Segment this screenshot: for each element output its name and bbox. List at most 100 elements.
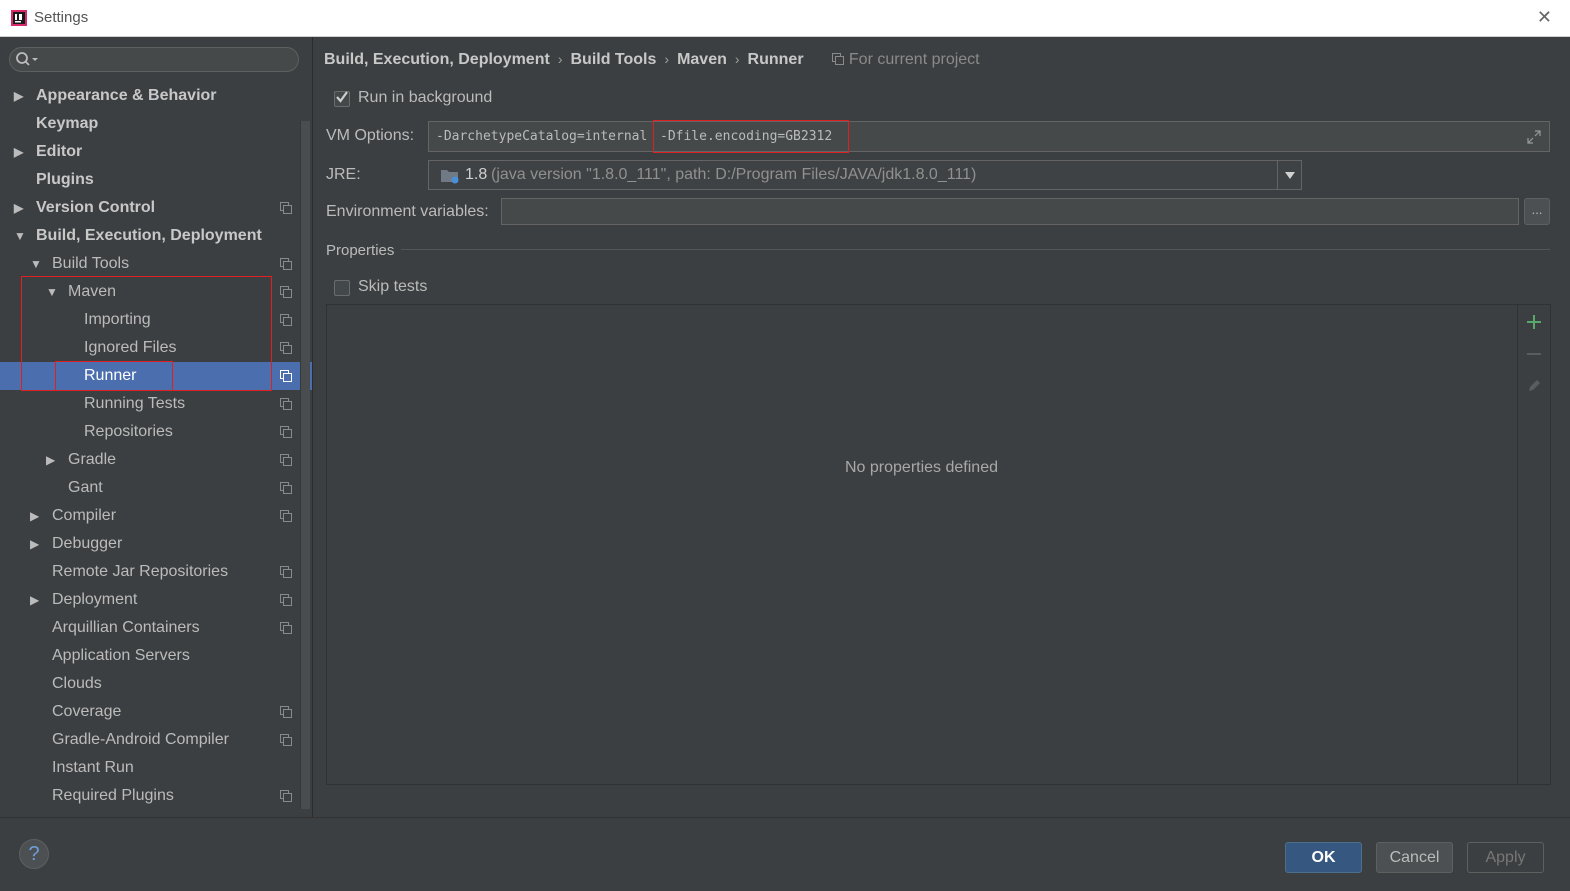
tree-item-running-tests[interactable]: Running Tests [0,390,312,418]
env-vars-browse-button[interactable]: ... [1524,198,1550,225]
jre-detail: (java version "1.8.0_111", path: D:/Prog… [491,166,977,183]
properties-table[interactable]: No properties defined [326,304,1551,785]
tree-item-clouds[interactable]: Clouds [0,670,312,698]
jre-select[interactable]: 1.8 (java version "1.8.0_111", path: D:/… [428,160,1302,190]
tree-item-label: Appearance & Behavior [36,87,217,104]
window-title: Settings [34,9,89,26]
project-scope-icon [280,790,292,802]
tree-item-label: Gradle-Android Compiler [52,731,229,748]
expand-arrow-icon[interactable]: ▶ [14,194,23,222]
settings-tree: ▶ Appearance & Behavior Keymap ▶ Editor Plugi… [0,82,312,810]
cancel-button[interactable]: Cancel [1376,842,1453,873]
skip-tests-label: Skip tests [358,278,428,295]
collapse-arrow-icon[interactable]: ▼ [30,250,42,278]
intellij-app-icon [11,10,27,26]
ok-button[interactable]: OK [1285,842,1362,873]
project-scope-icon [280,566,292,578]
search-icon[interactable] [15,51,41,68]
expand-arrow-icon[interactable]: ▶ [14,138,23,166]
settings-content: Build, Execution, Deployment › Build Tools… [312,37,1570,817]
tree-item-ignored-files[interactable]: Ignored Files [0,334,312,362]
expand-arrow-icon[interactable]: ▶ [30,586,39,614]
apply-button[interactable]: Apply [1467,842,1544,873]
close-icon[interactable]: ✕ [1537,9,1552,27]
edit-icon[interactable] [1526,378,1542,394]
collapse-arrow-icon[interactable]: ▼ [14,222,26,250]
tree-item-editor[interactable]: ▶ Editor [0,138,312,166]
tree-item-label: Clouds [52,675,102,692]
project-scope-icon [832,53,845,65]
project-scope-icon [280,482,292,494]
sidebar-scrollbar[interactable] [300,121,310,809]
expand-arrow-icon[interactable]: ▶ [46,446,55,474]
project-scope-icon [280,734,292,746]
tree-item-plugins[interactable]: Plugins [0,166,312,194]
run-in-background-checkbox[interactable] [334,91,350,107]
project-scope-icon [280,342,292,354]
tree-item-runner[interactable]: Runner [0,362,312,390]
tree-item-label: Repositories [84,423,173,440]
tree-item-gradle[interactable]: ▶ Gradle [0,446,312,474]
tree-item-appearance-behavior[interactable]: ▶ Appearance & Behavior [0,82,312,110]
project-scope-icon [280,314,292,326]
tree-item-debugger[interactable]: ▶ Debugger [0,530,312,558]
help-button[interactable]: ? [19,839,49,869]
breadcrumb-item: Maven [677,51,727,68]
tree-item-importing[interactable]: Importing [0,306,312,334]
tree-item-gant[interactable]: Gant [0,474,312,502]
tree-item-application-servers[interactable]: Application Servers [0,642,312,670]
tree-item-coverage[interactable]: Coverage [0,698,312,726]
env-vars-label: Environment variables: [326,203,489,220]
tree-item-label: Keymap [36,115,99,132]
tree-item-deployment[interactable]: ▶ Deployment [0,586,312,614]
env-vars-input[interactable] [501,198,1519,225]
breadcrumb-separator: › [734,51,740,67]
tree-item-label: Ignored Files [84,339,177,356]
dialog-footer: ? OK Cancel Apply [0,817,1570,891]
tree-item-label: Plugins [36,171,94,188]
tree-item-label: Arquillian Containers [52,619,200,636]
tree-item-required-plugins[interactable]: Required Plugins [0,782,312,810]
remove-icon[interactable] [1526,346,1542,362]
tree-item-version-control[interactable]: ▶ Version Control [0,194,312,222]
project-scope-icon [280,398,292,410]
tree-item-label: Remote Jar Repositories [52,563,229,580]
run-in-background-label: Run in background [358,89,493,106]
settings-search-input[interactable] [9,47,299,72]
expand-arrow-icon[interactable]: ▶ [30,502,39,530]
tree-item-arquillian-containers[interactable]: Arquillian Containers [0,614,312,642]
project-scope-icon [280,594,292,606]
tree-item-maven[interactable]: ▼ Maven [0,278,312,306]
collapse-arrow-icon[interactable]: ▼ [46,278,58,306]
tree-item-build-tools[interactable]: ▼ Build Tools [0,250,312,278]
skip-tests-checkbox[interactable] [334,280,350,296]
breadcrumb-item: Build, Execution, Deployment [324,51,550,68]
tree-item-build-execution-deployment[interactable]: ▼ Build, Execution, Deployment [0,222,312,250]
tree-item-label: Coverage [52,703,122,720]
properties-separator [401,249,1550,250]
tree-item-instant-run[interactable]: Instant Run [0,754,312,782]
vm-options-value-archetype: -DarchetypeCatalog=internal [436,129,648,144]
chevron-down-icon [1285,172,1295,179]
tree-item-keymap[interactable]: Keymap [0,110,312,138]
tree-item-repositories[interactable]: Repositories [0,418,312,446]
tree-item-label: Gradle [68,451,117,468]
tree-item-gradle-android-compiler[interactable]: Gradle-Android Compiler [0,726,312,754]
vm-options-input[interactable]: -DarchetypeCatalog=internal -Dfile.encod… [428,121,1550,152]
tree-item-label: Instant Run [52,759,134,776]
scope-label: For current project [848,51,980,68]
tree-item-remote-jar-repositories[interactable]: Remote Jar Repositories [0,558,312,586]
expand-arrow-icon[interactable]: ▶ [14,82,23,110]
properties-toolbar [1517,305,1550,784]
tree-item-label: Importing [84,311,151,328]
add-icon[interactable] [1526,314,1542,330]
expand-arrow-icon[interactable]: ▶ [30,530,39,558]
tree-item-label: Deployment [52,591,138,608]
tree-item-compiler[interactable]: ▶ Compiler [0,502,312,530]
expand-icon[interactable] [1527,130,1541,144]
tree-item-label: Editor [36,143,83,160]
jre-dropdown-button[interactable] [1277,161,1301,189]
project-scope-icon [280,370,292,382]
tree-item-label: Debugger [52,535,123,552]
tree-item-label: Running Tests [84,395,186,412]
